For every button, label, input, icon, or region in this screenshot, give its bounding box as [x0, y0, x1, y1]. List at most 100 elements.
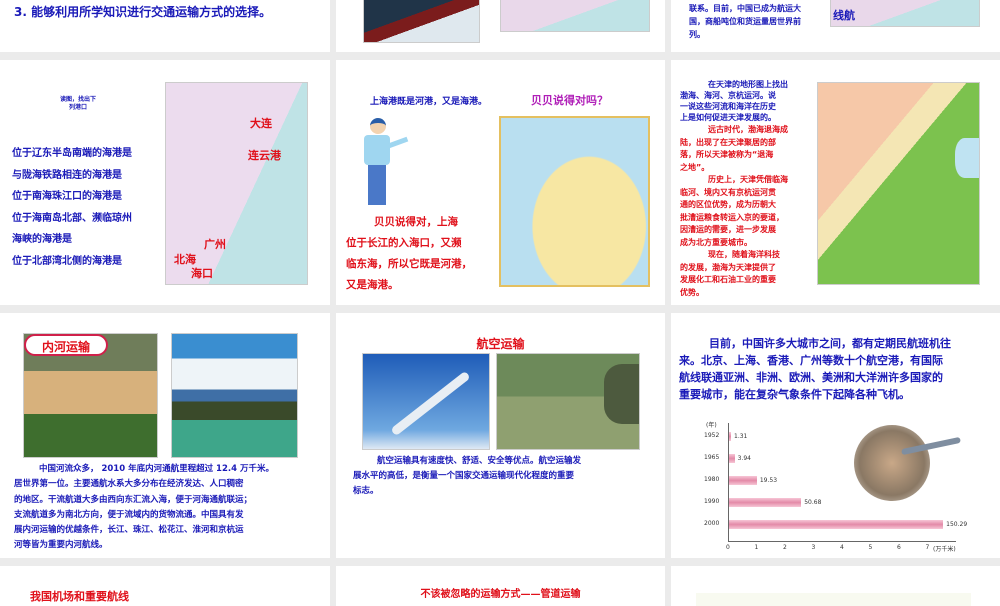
- bar: [729, 454, 735, 463]
- map-image: [500, 0, 650, 32]
- text-line: 重要城市，能在复杂气象条件下起降各种飞机。: [679, 388, 910, 401]
- text-line: 支流航道多为南北方向，便于流域内的货物流通。中国具有发: [14, 509, 244, 520]
- text-line: 目前，中国许多大城市之间，都有定期民航班机往: [709, 337, 951, 350]
- text-line: 联系。目前，中国已成为航运大: [689, 4, 801, 13]
- bar: [729, 520, 944, 529]
- answer-line: 临河、境内又有京杭运河贯: [680, 187, 776, 197]
- y-tick-label: 1980: [704, 476, 720, 483]
- answer-line: 陆，出现了在天津聚居的部: [680, 137, 776, 147]
- text-line: 航线联通亚洲、非洲、欧洲、美洲和大洋洲许多国家的: [679, 371, 943, 384]
- slide-thumbnail-10[interactable]: 我国机场和重要航线: [0, 566, 330, 606]
- answer-line: 批漕运粮食转运入京的要道，: [680, 212, 784, 222]
- slide-title: 不该被忽略的运输方式——管道运输: [420, 589, 581, 600]
- text-line: 展内河运输的优越条件，长江、珠江、松花江、淮河和京杭运: [14, 525, 244, 536]
- x-tick-label: 5: [868, 544, 873, 551]
- data-label: 150.29: [946, 521, 968, 528]
- slide-thumbnail-8[interactable]: 航空运输 航空运输具有速度快、舒适、安全等优点。航空运输发 展水平的高低，是衡量…: [336, 313, 665, 558]
- shanghai-map: [499, 116, 650, 287]
- map-image: 线航: [830, 0, 980, 27]
- question-text: 贝贝说得对吗？: [531, 94, 608, 107]
- answer-line: 之地”。: [680, 162, 710, 172]
- answer-line: 成为北方重要城市。: [680, 237, 752, 247]
- text-line: 河等皆为重要内河航线。: [14, 540, 108, 551]
- answer-line: 贝贝说得对，上海: [374, 216, 458, 228]
- text-line: 国，商船吨位和货运量居世界前: [689, 17, 801, 26]
- text-line: 列。: [689, 30, 705, 39]
- text-line: 中国河流众多， 2010 年底内河通航里程超过 12.4 万千米。: [39, 464, 274, 474]
- y-axis-label: (年): [706, 422, 717, 429]
- prompt-line: 渤海、海河、京杭运河。说: [680, 91, 776, 100]
- question-line: 位于北部湾北侧的海港是: [12, 255, 122, 267]
- data-label: 50.68: [804, 499, 822, 506]
- text-line: 标志。: [353, 486, 379, 496]
- slide-thumbnail-6[interactable]: 在天津的地形图上找出 渤海、海河、京杭运河。说 一说这些河流和海洋在历史 上是如…: [671, 60, 1000, 305]
- x-tick-label: 0: [726, 544, 730, 551]
- text-line: 的地区。干流航道大多由西向东汇流入海，便于河海通航联运；: [14, 494, 253, 505]
- bar: [729, 476, 757, 485]
- inland-water-transport-badge: 内河运输: [24, 334, 108, 356]
- airplane-photo: [362, 353, 490, 450]
- x-tick-label: 2: [783, 544, 787, 551]
- slide-title: 我国机场和重要航线: [30, 590, 129, 603]
- x-axis: [728, 541, 956, 542]
- objective-text: 3. 能够利用所学知识进行交通运输方式的选择。: [14, 5, 272, 19]
- slide-thumbnail-9[interactable]: 目前，中国许多大城市之间，都有定期民航班机往 来。北京、上海、香港、广州等数十个…: [671, 313, 1000, 558]
- bar: [729, 432, 731, 441]
- question-line: 位于辽东半岛南端的海港是: [12, 148, 132, 159]
- answer-line: 位于长江的入海口，又濒: [346, 237, 462, 249]
- answer-line: 历史上，天津凭借临海: [708, 175, 788, 184]
- slide-thumbnail-11[interactable]: 不该被忽略的运输方式——管道运输: [336, 566, 665, 606]
- map-label-guangzhou: 广州: [204, 238, 226, 251]
- text-line: 居世界第一位。主要通航水系大多分布在经济发达、人口稠密: [14, 479, 244, 490]
- y-tick-label: 1990: [704, 498, 720, 505]
- answer-line: 通的区位优势，成为历朝大: [680, 200, 776, 209]
- text-line: 航空运输具有速度快、舒适、安全等优点。航空运输发: [377, 456, 582, 466]
- map-label-haikou: 海口: [191, 267, 213, 280]
- answer-line: 的发展，渤海为天津提供了: [680, 262, 776, 272]
- answer-line: 因漕运的需要，进一步发展: [680, 225, 776, 234]
- slide-thumbnail-4[interactable]: 读图，找出下列港口 位于辽东半岛南端的海港是 与陇海铁路相连的海港是 位于南海珠…: [0, 60, 330, 305]
- prompt-line: 一说这些河流和海洋在历史: [680, 102, 776, 111]
- china-ports-map: 大连 连云港 广州 北海 海口: [165, 82, 308, 285]
- prompt-line: 在天津的地形图上找出: [708, 80, 788, 89]
- text-line: 来。北京、上海、香港、广州等数十个航空港，有国际: [679, 354, 943, 367]
- map-label-lianyungang: 连云港: [248, 149, 281, 162]
- helicopter-relief-photo: [496, 353, 640, 450]
- answer-line: 发展化工和石油工业的重要: [680, 275, 776, 284]
- slide-thumbnail-12[interactable]: [671, 566, 1000, 606]
- y-tick-label: 1965: [704, 454, 720, 461]
- slide-thumbnail-3[interactable]: 联系。目前，中国已成为航运大 国，商船吨位和货运量居世界前 列。 线航: [671, 0, 1000, 52]
- x-axis-label: (万千米): [933, 546, 956, 553]
- question-line: 位于海南岛北部、濒临琼州: [12, 212, 132, 224]
- x-tick-label: 6: [897, 544, 901, 551]
- boy-figure: [364, 118, 409, 210]
- x-tick-label: 3: [811, 544, 816, 551]
- airline-mileage-chart: (年) (万千米) 0 1 2 3 4 5 6 7 1952 1.31 1965 3.94 1980 19…: [701, 418, 991, 553]
- answer-line: 优势。: [680, 287, 704, 297]
- answer-line: 又是海港。: [346, 279, 399, 291]
- answer-line: 远古时代，渤海退海成: [708, 125, 788, 134]
- question-line: 与陇海铁路相连的海港是: [12, 169, 122, 181]
- question-line: 海峡的海港是: [12, 234, 72, 245]
- slide-thumbnail-5[interactable]: 上海港既是河港，又是海港。 贝贝说得对吗？ 贝贝说得对，上海 位于长江的入海口，…: [336, 60, 665, 305]
- slide-thumbnail-1[interactable]: 3. 能够利用所学知识进行交通运输方式的选择。: [0, 0, 330, 52]
- canal-photo: [171, 333, 298, 458]
- text-line: 展水平的高低，是衡量一个国家交通运输现代化程度的重要: [353, 471, 575, 481]
- ship-photo: [363, 0, 480, 43]
- answer-line: 临东海，所以它既是河港，: [346, 258, 472, 270]
- x-tick-label: 4: [840, 544, 844, 551]
- x-tick-label: 1: [754, 544, 759, 551]
- slide-thumbnail-7[interactable]: 内河运输 中国河流众多， 2010 年底内河通航里程超过 12.4 万千米。 居…: [0, 313, 330, 558]
- y-tick-label: 1952: [704, 432, 720, 439]
- tianjin-terrain-map: [817, 82, 980, 285]
- data-label: 19.53: [759, 477, 778, 484]
- answer-line: 落，所以天津被称为“退海: [680, 150, 774, 159]
- question-line: 位于南海珠江口的海港是: [12, 191, 122, 202]
- slide-title: 航空运输: [476, 337, 525, 351]
- data-label: 1.31: [734, 433, 748, 440]
- instruction-text: 读图，找出下列港口: [59, 96, 96, 111]
- x-tick-label: 7: [925, 544, 930, 551]
- slide-thumbnail-2[interactable]: [336, 0, 665, 52]
- prompt-line: 上是如何促进天津发展的。: [680, 113, 776, 122]
- answer-line: 现在，随着海洋科技: [708, 250, 780, 259]
